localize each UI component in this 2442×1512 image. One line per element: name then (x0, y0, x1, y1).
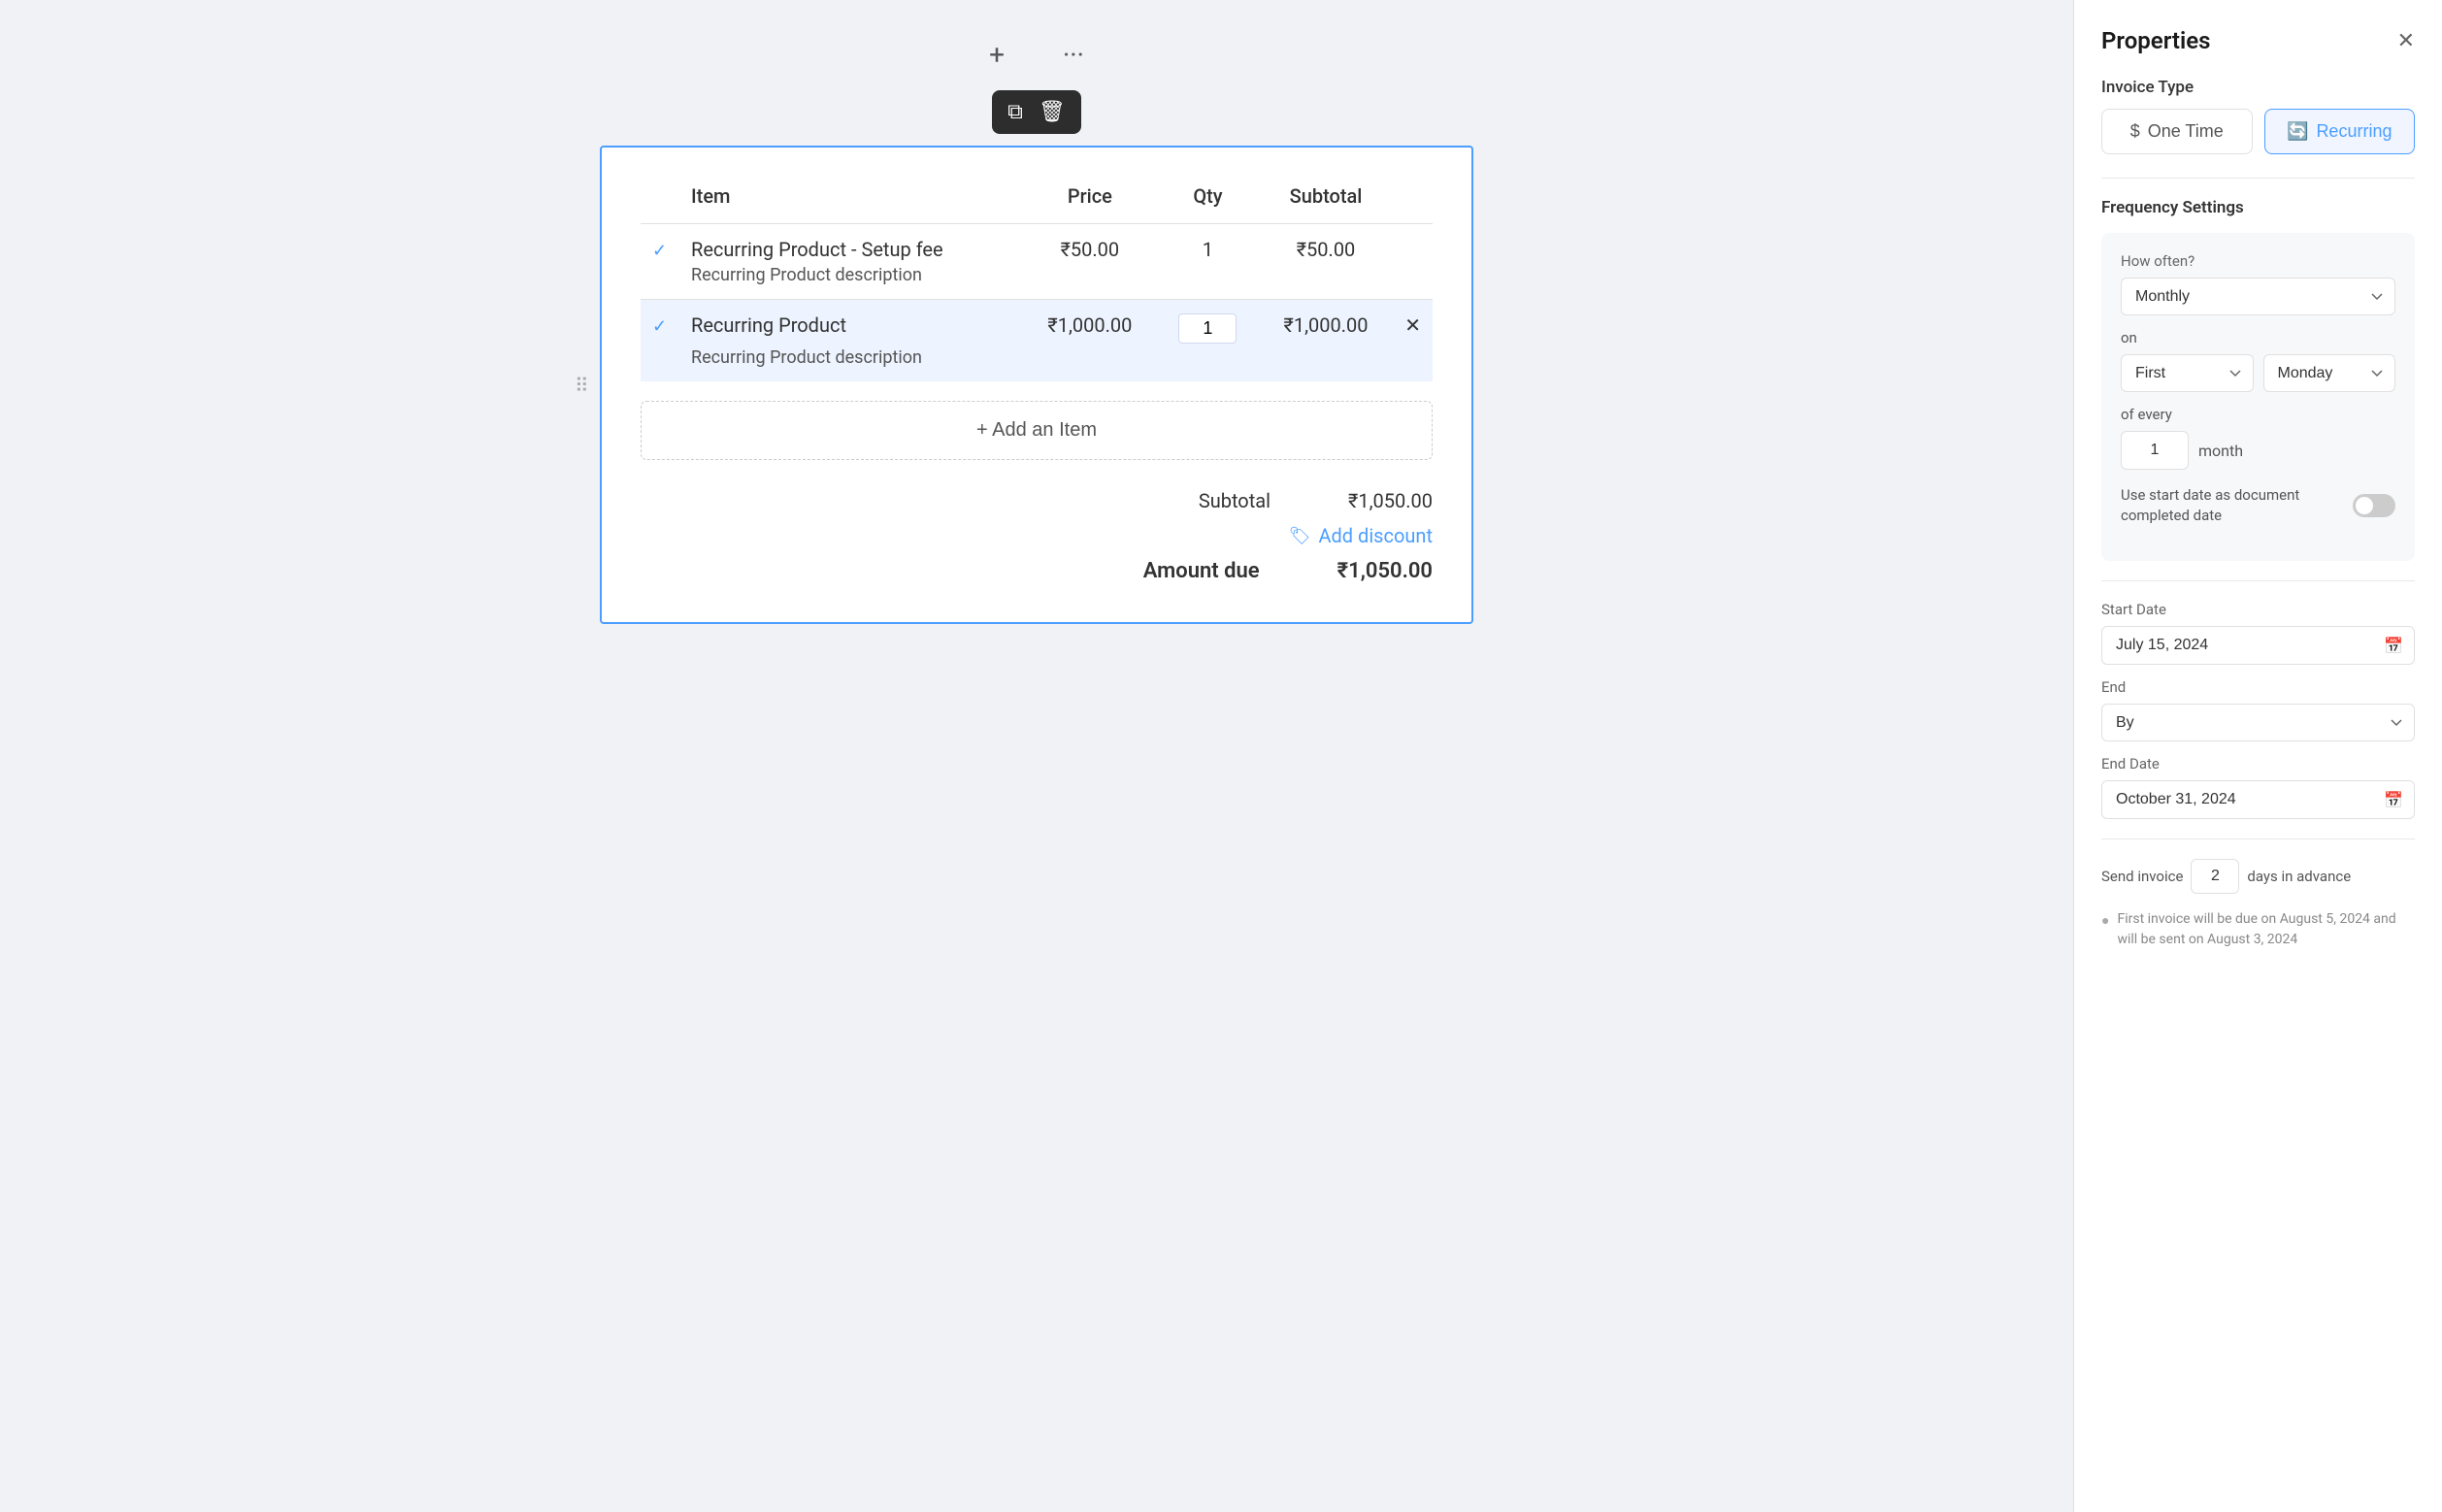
check-col-header (641, 177, 679, 224)
properties-panel: Properties ✕ Invoice Type $ One Time 🔄 R… (2073, 0, 2442, 1512)
table-row[interactable]: ✓ Recurring Product - Setup fee ₹50.00 1… (641, 224, 1433, 266)
item-price: ₹1,000.00 (1023, 300, 1157, 348)
first-select[interactable]: First Second Third Fourth Last (2121, 354, 2254, 392)
copy-block-icon[interactable]: ⧉ (1007, 100, 1023, 124)
of-every-label: of every (2121, 406, 2395, 423)
amount-due-row: Amount due ₹1,050.00 (1143, 559, 1433, 583)
end-select[interactable]: By After Never (2101, 704, 2415, 741)
invoice-type-buttons: $ One Time 🔄 Recurring (2101, 109, 2415, 154)
inline-selects: First Second Third Fourth Last Monday Tu… (2121, 354, 2395, 392)
item-price: ₹50.00 (1023, 224, 1157, 266)
canvas-area: + ··· ⧉ 🗑 ⠿ Item Price Qty Subtotal (0, 0, 2073, 1512)
block-toolbar: ⧉ 🗑 (992, 90, 1081, 134)
remove-item-button[interactable]: ✕ (1393, 300, 1433, 348)
amount-due-value: ₹1,050.00 (1337, 559, 1433, 583)
send-invoice-unit: days in advance (2247, 868, 2351, 885)
send-invoice-row: Send invoice days in advance (2101, 859, 2415, 894)
amount-due-label: Amount due (1143, 559, 1260, 583)
panel-header: Properties ✕ (2101, 27, 2415, 54)
item-check[interactable]: ✓ (641, 224, 679, 266)
start-date-input[interactable] (2101, 626, 2415, 665)
separator-3 (2101, 838, 2415, 839)
separator-2 (2101, 580, 2415, 581)
item-name: Recurring Product (679, 300, 1023, 348)
subtotal-col-header: Subtotal (1259, 177, 1393, 224)
qty-input[interactable] (1178, 313, 1237, 344)
calendar-icon: 📅 (2384, 637, 2403, 655)
one-time-label: One Time (2148, 121, 2224, 142)
frequency-section-title: Frequency Settings (2101, 198, 2415, 217)
item-remove (1393, 224, 1433, 266)
recurring-label: Recurring (2316, 121, 2392, 142)
frequency-box: How often? Monthly Weekly Daily Yearly o… (2101, 233, 2415, 561)
items-table: Item Price Qty Subtotal ✓ Recurring Prod… (641, 177, 1433, 381)
item-qty[interactable] (1157, 300, 1259, 348)
separator (2101, 178, 2415, 179)
recurring-button[interactable]: 🔄 Recurring (2264, 109, 2416, 154)
subtotal-label: Subtotal (1199, 489, 1270, 512)
info-note-text: First invoice will be due on August 5, 2… (2117, 909, 2415, 950)
delete-block-icon[interactable]: 🗑 (1039, 100, 1066, 124)
of-every-row: month (2121, 431, 2395, 470)
dollar-icon: $ (2130, 121, 2140, 142)
start-date-wrap: 📅 (2101, 626, 2415, 665)
item-subtotal: ₹50.00 (1259, 224, 1393, 266)
item-name: Recurring Product - Setup fee (679, 224, 1023, 266)
on-label: on (2121, 329, 2395, 346)
panel-title: Properties (2101, 27, 2210, 54)
canvas-toolbar: + ··· (989, 39, 1084, 71)
recurring-icon: 🔄 (2287, 121, 2308, 142)
start-date-label: Start Date (2101, 601, 2415, 618)
item-col-header: Item (679, 177, 1023, 224)
toggle-label: Use start date as document completed dat… (2121, 485, 2353, 526)
qty-col-header: Qty (1157, 177, 1259, 224)
how-often-label: How often? (2121, 252, 2395, 270)
add-discount-label: Add discount (1318, 524, 1433, 547)
end-label: End (2101, 678, 2415, 696)
table-header-row: Item Price Qty Subtotal (641, 177, 1433, 224)
toggle-switch[interactable] (2353, 494, 2395, 517)
end-date-label: End Date (2101, 755, 2415, 772)
add-item-button[interactable]: + Add an Item (641, 401, 1433, 460)
item-subtotal: ₹1,000.00 (1259, 300, 1393, 348)
close-panel-button[interactable]: ✕ (2397, 28, 2415, 53)
totals-section: Subtotal ₹1,050.00 🏷 Add discount Amount… (641, 489, 1433, 583)
one-time-button[interactable]: $ One Time (2101, 109, 2253, 154)
add-block-icon[interactable]: + (989, 39, 1005, 71)
item-check[interactable]: ✓ (641, 300, 679, 348)
subtotal-row: Subtotal ₹1,050.00 (1199, 489, 1433, 512)
calendar-icon-2: 📅 (2384, 791, 2403, 809)
item-description: Recurring Product description (679, 347, 1393, 381)
subtotal-value: ₹1,050.00 (1348, 489, 1433, 512)
table-row[interactable]: ✓ Recurring Product ₹1,000.00 ₹1,000.00 … (641, 300, 1433, 348)
item-description: Recurring Product description (679, 265, 1393, 300)
action-col-header (1393, 177, 1433, 224)
day-select[interactable]: Monday Tuesday Wednesday Thursday Friday… (2263, 354, 2396, 392)
info-note: ● First invoice will be due on August 5,… (2101, 909, 2415, 950)
of-every-unit: month (2198, 442, 2243, 460)
item-description-row: Recurring Product description (641, 347, 1433, 381)
send-invoice-input[interactable] (2191, 859, 2239, 894)
frequency-select[interactable]: Monthly Weekly Daily Yearly (2121, 278, 2395, 315)
end-date-wrap: 📅 (2101, 780, 2415, 819)
info-dot-icon: ● (2101, 911, 2109, 932)
drag-handle[interactable]: ⠿ (575, 374, 589, 397)
send-invoice-label: Send invoice (2101, 868, 2183, 885)
more-options-icon[interactable]: ··· (1063, 39, 1084, 71)
invoice-type-label: Invoice Type (2101, 78, 2415, 97)
item-qty[interactable]: 1 (1157, 224, 1259, 266)
invoice-block: ⠿ Item Price Qty Subtotal ✓ Recurring Pr… (600, 146, 1473, 624)
discount-icon: 🏷 (1289, 526, 1311, 546)
add-discount-button[interactable]: 🏷 Add discount (1289, 524, 1433, 547)
item-description-row: Recurring Product description (641, 265, 1433, 300)
price-col-header: Price (1023, 177, 1157, 224)
toggle-row: Use start date as document completed dat… (2121, 485, 2395, 526)
of-every-input[interactable] (2121, 431, 2189, 470)
end-date-input[interactable] (2101, 780, 2415, 819)
